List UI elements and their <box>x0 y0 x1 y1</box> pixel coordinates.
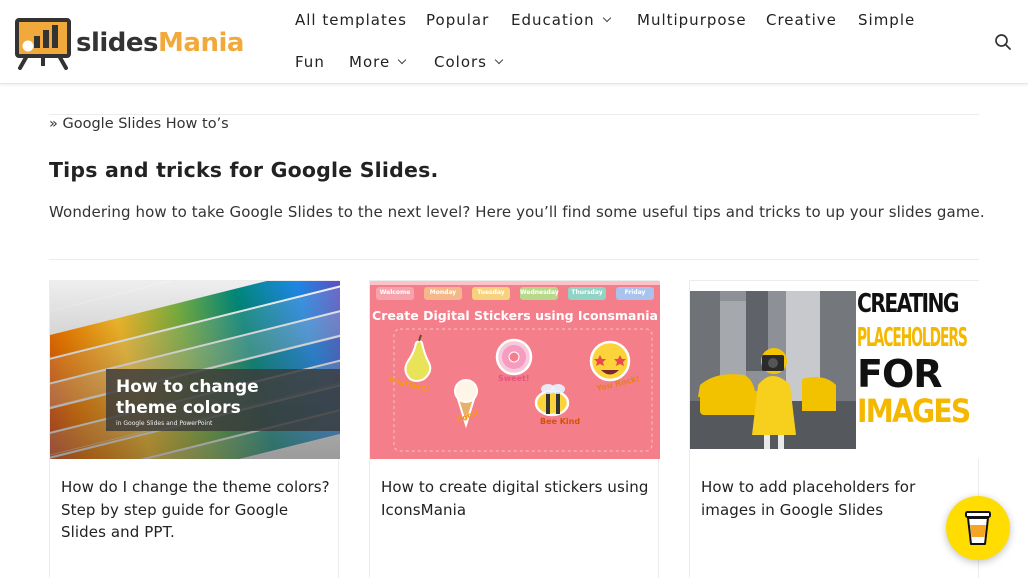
bee-sticker <box>534 384 570 417</box>
thumbnail-word: FOR <box>857 352 943 396</box>
logo-text-slides: slides <box>76 28 159 58</box>
buy-me-a-coffee-button[interactable] <box>946 496 1010 560</box>
sticker-label: Bee Kind <box>540 417 581 426</box>
weekday-tab: Thursday <box>571 289 603 296</box>
logo-text-mania: Mania <box>158 28 244 58</box>
coffee-cup-icon <box>965 511 991 545</box>
weekday-tab: Tuesday <box>477 289 505 296</box>
thumbnail-word: PLACEHOLDERS <box>857 323 968 353</box>
nav-label: Multipurpose <box>637 11 747 29</box>
nav-label: More <box>349 53 391 71</box>
search-icon[interactable] <box>994 33 1012 51</box>
nav-popular[interactable]: Popular <box>426 11 489 29</box>
page-description: Wondering how to take Google Slides to t… <box>49 203 985 221</box>
nav-label: Colors <box>434 53 487 71</box>
thumbnail-heading: How to change theme colors <box>116 377 259 419</box>
nav-label: All templates <box>295 11 407 29</box>
nav-fun[interactable]: Fun <box>295 53 325 71</box>
thumbnail-subtitle: in Google Slides and PowerPoint <box>116 420 213 427</box>
nav-label: Education <box>511 11 595 29</box>
chevron-down-icon <box>397 55 407 65</box>
divider <box>49 259 979 260</box>
weekday-tab: Monday <box>429 289 457 296</box>
thumbnail-heading: CREATING PLACEHOLDERS FOR IMAGES <box>857 291 980 427</box>
divider <box>49 114 979 115</box>
nav-colors[interactable]: Colors <box>434 53 504 71</box>
nav-all-templates[interactable]: All templates <box>295 11 407 29</box>
star-eyes-emoji-sticker <box>589 340 631 382</box>
card-title[interactable]: How do I change the theme colors? Step b… <box>61 476 333 544</box>
nav-label: Simple <box>858 11 916 29</box>
thumbnail-heading-line: theme colors <box>116 398 241 418</box>
nav-label: Popular <box>426 11 490 29</box>
chevron-down-icon <box>602 13 611 23</box>
article-card[interactable]: How to change theme colors in Google Sli… <box>49 280 340 578</box>
weekday-tab: Friday <box>624 289 646 296</box>
card-thumbnail-placeholders[interactable]: CREATING PLACEHOLDERS FOR IMAGES <box>690 281 980 459</box>
nav-simple[interactable]: Simple <box>858 11 915 29</box>
chevron-down-icon <box>494 55 504 65</box>
nav-label: Creative <box>766 11 837 29</box>
weekday-tab: Wednesday <box>520 289 559 296</box>
nav-multipurpose[interactable]: Multipurpose <box>637 11 747 29</box>
sticker-label: Sweet! <box>498 374 530 383</box>
weekday-tabs: Welcome Monday Tuesday Wednesday Thursda… <box>370 289 660 299</box>
nav-label: Fun <box>295 53 325 71</box>
donut-sticker <box>495 338 533 376</box>
breadcrumb[interactable]: » Google Slides How to’s <box>49 116 229 132</box>
card-title[interactable]: How to add placeholders for images in Go… <box>701 476 973 521</box>
logo-wordmark: slidesMania <box>76 28 244 58</box>
card-thumbnail-digital-stickers[interactable]: Welcome Monday Tuesday Wednesday Thursda… <box>370 281 660 459</box>
thumbnail-heading: Create Digital Stickers using Iconsmania <box>372 308 658 323</box>
card-thumbnail-theme-colors[interactable]: How to change theme colors in Google Sli… <box>50 281 340 459</box>
card-title[interactable]: How to create digital stickers using Ico… <box>381 476 653 521</box>
pear-sticker <box>404 334 432 382</box>
article-card[interactable]: Welcome Monday Tuesday Wednesday Thursda… <box>369 280 660 578</box>
weekday-tab: Welcome <box>379 289 411 296</box>
site-header: slidesMania All templates Popular Educat… <box>0 0 1028 84</box>
nav-education[interactable]: Education <box>511 11 611 29</box>
thumbnail-word: CREATING <box>857 289 960 319</box>
nav-more[interactable]: More <box>349 53 407 71</box>
page-title: Tips and tricks for Google Slides. <box>49 158 439 182</box>
nav-creative[interactable]: Creative <box>766 11 837 29</box>
presentation-board-icon <box>14 14 74 70</box>
thumbnail-heading-line: How to change <box>116 377 259 397</box>
article-card[interactable]: CREATING PLACEHOLDERS FOR IMAGES How to … <box>689 280 980 578</box>
site-logo[interactable]: slidesMania <box>14 14 250 70</box>
thumbnail-word: IMAGES <box>857 392 971 430</box>
